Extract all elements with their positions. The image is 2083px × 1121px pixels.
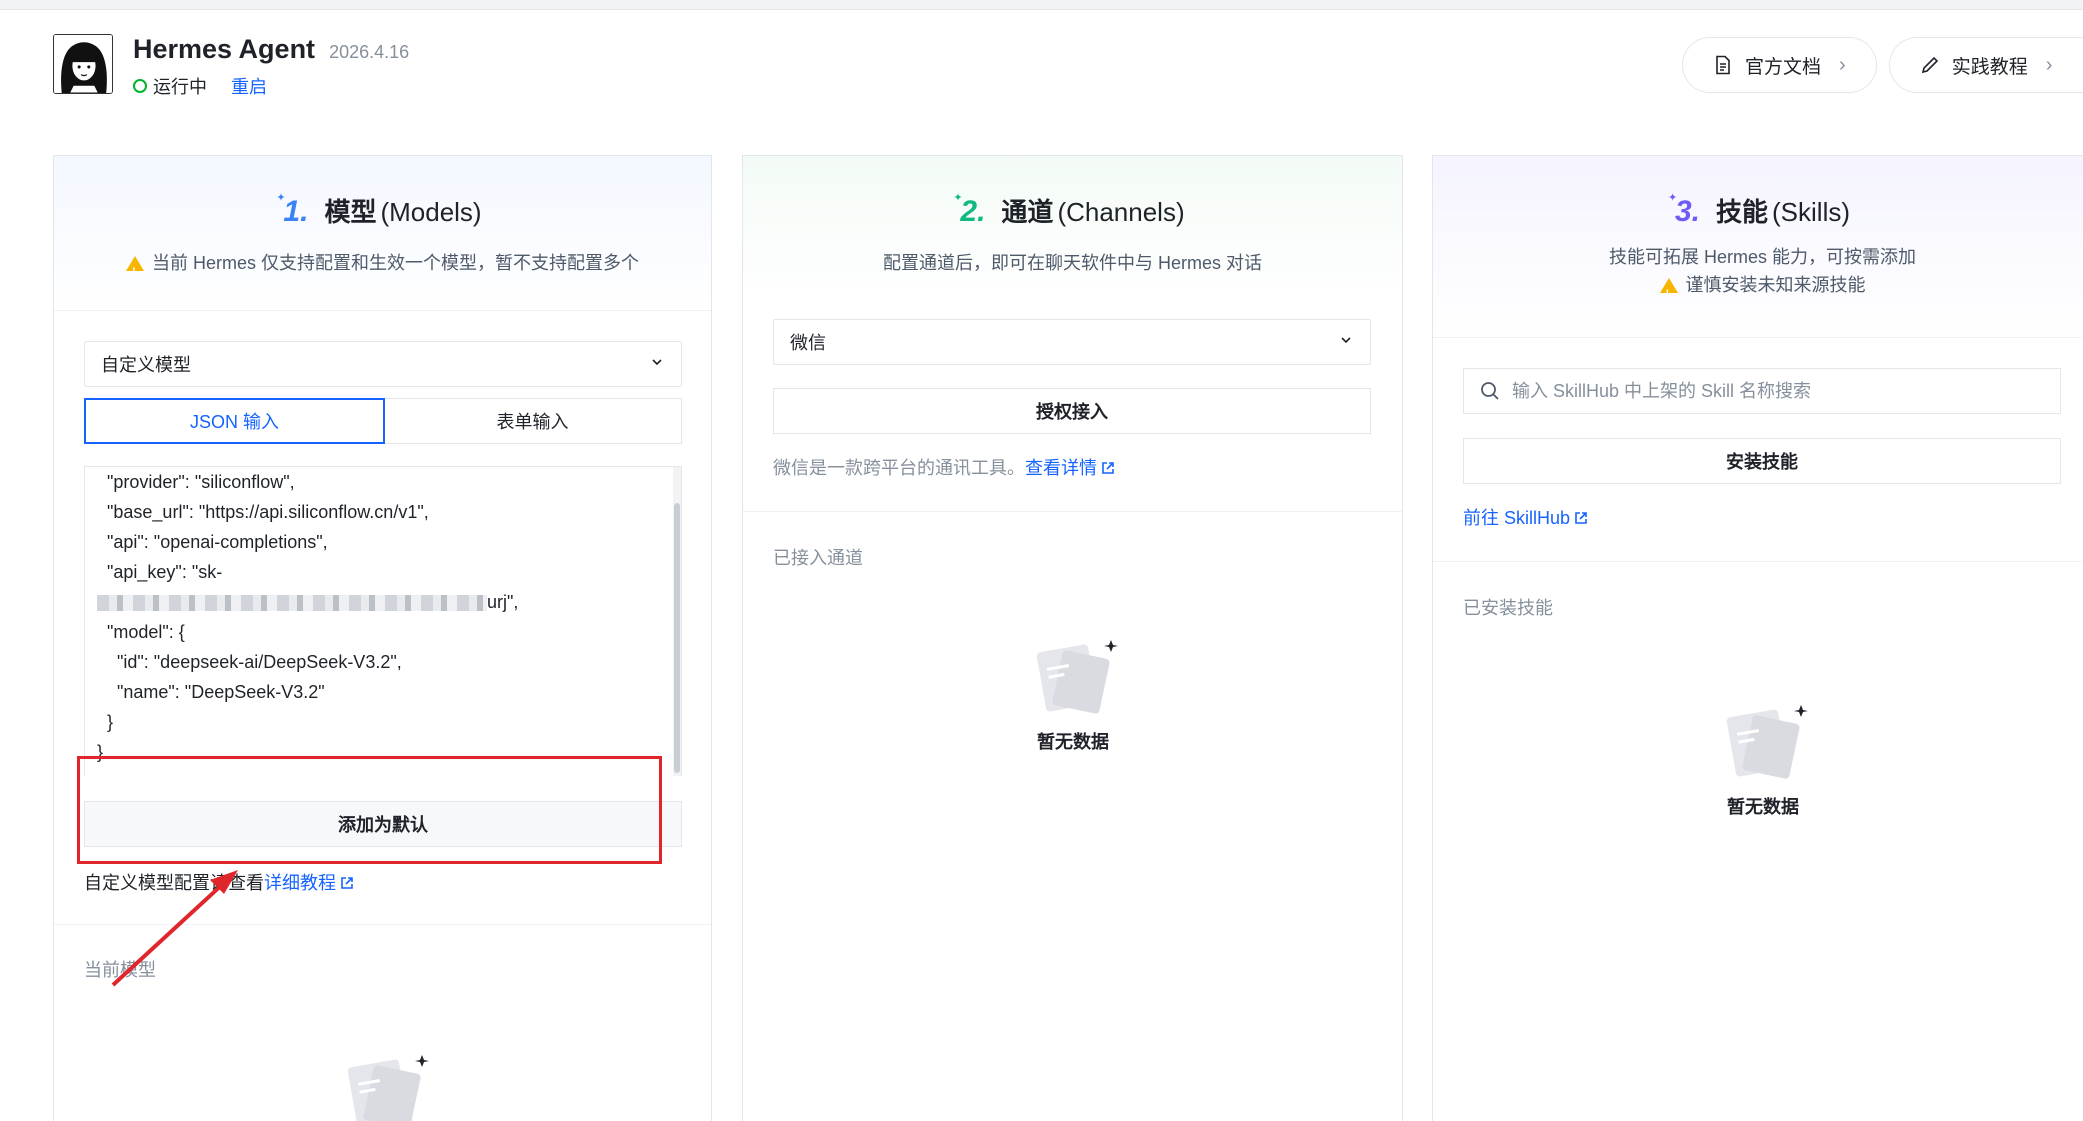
external-link-icon — [341, 877, 353, 889]
channel-info: 微信是一款跨平台的通讯工具。查看详情 — [773, 454, 1115, 480]
code-line: "api": "openai-completions", — [97, 532, 328, 552]
current-model-label: 当前模型 — [84, 960, 156, 980]
docs-button-label: 官方文档 — [1745, 56, 1822, 78]
channels-desc: 配置通道后，即可在聊天软件中与 Hermes 对话 — [882, 253, 1262, 273]
document-icon — [1713, 55, 1733, 75]
channels-step-number: ✦ 2. — [953, 192, 986, 228]
input-mode-tabs: JSON 输入 表单输入 — [84, 398, 682, 444]
channels-panel: ✦ 2. 通道 (Channels) 配置通道后，即可在聊天软件中与 Hermes… — [742, 155, 1403, 1121]
tab-json-input[interactable]: JSON 输入 — [84, 398, 385, 444]
docs-button[interactable]: 官方文档 › — [1682, 37, 1877, 93]
editor-scrollbar[interactable] — [673, 467, 681, 776]
channels-title: 通道 — [1001, 197, 1054, 227]
code-line: "provider": "siliconflow", — [97, 472, 295, 492]
model-type-select[interactable]: 自定义模型 — [84, 341, 682, 387]
models-subtitle: (Models) — [380, 197, 482, 227]
avatar — [53, 34, 113, 94]
models-help: 自定义模型配置请查看详细教程 — [84, 869, 354, 895]
skillhub-link[interactable]: 前往 SkillHub — [1463, 508, 1570, 528]
status-text: 运行中 — [153, 77, 207, 97]
skill-search-box — [1463, 368, 2061, 414]
code-line: "base_url": "https://api.siliconflow.cn/… — [97, 502, 429, 522]
authorize-button[interactable]: 授权接入 — [773, 388, 1371, 434]
empty-illustration-icon — [347, 1055, 429, 1121]
tab-form-input[interactable]: 表单输入 — [384, 399, 681, 443]
search-icon — [1481, 382, 1499, 400]
highlight-box — [77, 756, 662, 864]
code-line: "name": "DeepSeek-V3.2" — [97, 682, 325, 702]
empty-text: 暂无数据 — [1037, 732, 1109, 752]
view-details-link[interactable]: 查看详情 — [1025, 458, 1097, 478]
models-title: 模型 — [324, 197, 377, 227]
install-skill-button[interactable]: 安装技能 — [1463, 438, 2061, 484]
model-type-value: 自定义模型 — [101, 355, 191, 375]
channel-select[interactable]: 微信 — [773, 319, 1371, 365]
skills-subtitle: (Skills) — [1772, 197, 1851, 227]
divider — [54, 924, 711, 925]
empty-illustration-icon — [1036, 640, 1118, 714]
pencil-icon — [1920, 55, 1940, 75]
connected-channels-label: 已接入通道 — [773, 548, 863, 568]
skill-search-input[interactable] — [1512, 380, 2032, 402]
models-step-number: ✦ 1. — [276, 192, 309, 228]
status-running-icon — [133, 79, 147, 93]
code-line: } — [97, 712, 114, 732]
chevron-down-icon — [1341, 337, 1351, 344]
channels-subtitle: (Channels) — [1057, 197, 1185, 227]
redacted-key — [97, 595, 487, 612]
restart-link[interactable]: 重启 — [231, 73, 267, 99]
warning-icon — [1659, 278, 1678, 308]
scroll-thumb[interactable] — [674, 503, 680, 773]
external-link-icon — [1102, 462, 1114, 474]
json-editor[interactable]: "provider": "siliconflow", "base_url": "… — [84, 466, 682, 776]
models-empty-state — [324, 1051, 444, 1121]
code-line: "model": { — [97, 622, 185, 642]
divider — [1433, 561, 2083, 562]
channels-empty-state: 暂无数据 — [1013, 636, 1133, 754]
chevron-down-icon — [652, 359, 662, 366]
header-buttons: 官方文档 › 实践教程 › — [1682, 37, 2083, 93]
divider — [743, 511, 1402, 512]
app-title: Hermes Agent — [133, 34, 316, 64]
detailed-tutorial-link[interactable]: 详细教程 — [264, 873, 336, 893]
app-version: 2026.4.16 — [329, 42, 410, 62]
skills-panel: ✦3. 技能 (Skills) 技能可拓展 Hermes 能力，可按需添加 谨慎… — [1432, 155, 2083, 1121]
models-header: ✦1. 模型 (Models) 当前 Hermes 仅支持配置和生效一个模型，暂… — [54, 156, 711, 311]
chevron-right-icon: › — [2045, 53, 2053, 76]
warning-icon — [125, 256, 144, 286]
chevron-right-icon: › — [1839, 53, 1846, 76]
tutorial-button[interactable]: 实践教程 › — [1888, 37, 2083, 93]
skills-desc: 技能可拓展 Hermes 能力，可按需添加 — [1608, 247, 1916, 267]
skills-step-number: ✦ 3. — [1667, 192, 1700, 228]
models-warning: 当前 Hermes 仅支持配置和生效一个模型，暂不支持配置多个 — [151, 253, 639, 273]
code-line: "api_key": "sk- — [97, 562, 223, 582]
code-line-redacted: urj", — [85, 587, 681, 617]
models-panel: ✦1. 模型 (Models) 当前 Hermes 仅支持配置和生效一个模型，暂… — [53, 155, 712, 1121]
skills-title: 技能 — [1716, 197, 1769, 227]
code-line: "id": "deepseek-ai/DeepSeek-V3.2", — [97, 652, 402, 672]
channel-value: 微信 — [790, 333, 826, 353]
empty-text: 暂无数据 — [1727, 797, 1799, 817]
top-strip — [0, 0, 2083, 10]
external-link-icon — [1575, 512, 1587, 524]
empty-illustration-icon — [1726, 705, 1808, 779]
installed-skills-label: 已安装技能 — [1463, 598, 1553, 618]
tutorial-button-label: 实践教程 — [1951, 56, 2028, 78]
skillhub-link-row: 前往 SkillHub — [1463, 504, 1588, 530]
skills-warning: 谨慎安装未知来源技能 — [1685, 275, 1866, 295]
skills-empty-state: 暂无数据 — [1703, 701, 1823, 819]
app-header: Hermes Agent 2026.4.16 运行中 重启 — [53, 34, 410, 99]
skills-header: ✦3. 技能 (Skills) 技能可拓展 Hermes 能力，可按需添加 谨慎… — [1433, 156, 2083, 338]
